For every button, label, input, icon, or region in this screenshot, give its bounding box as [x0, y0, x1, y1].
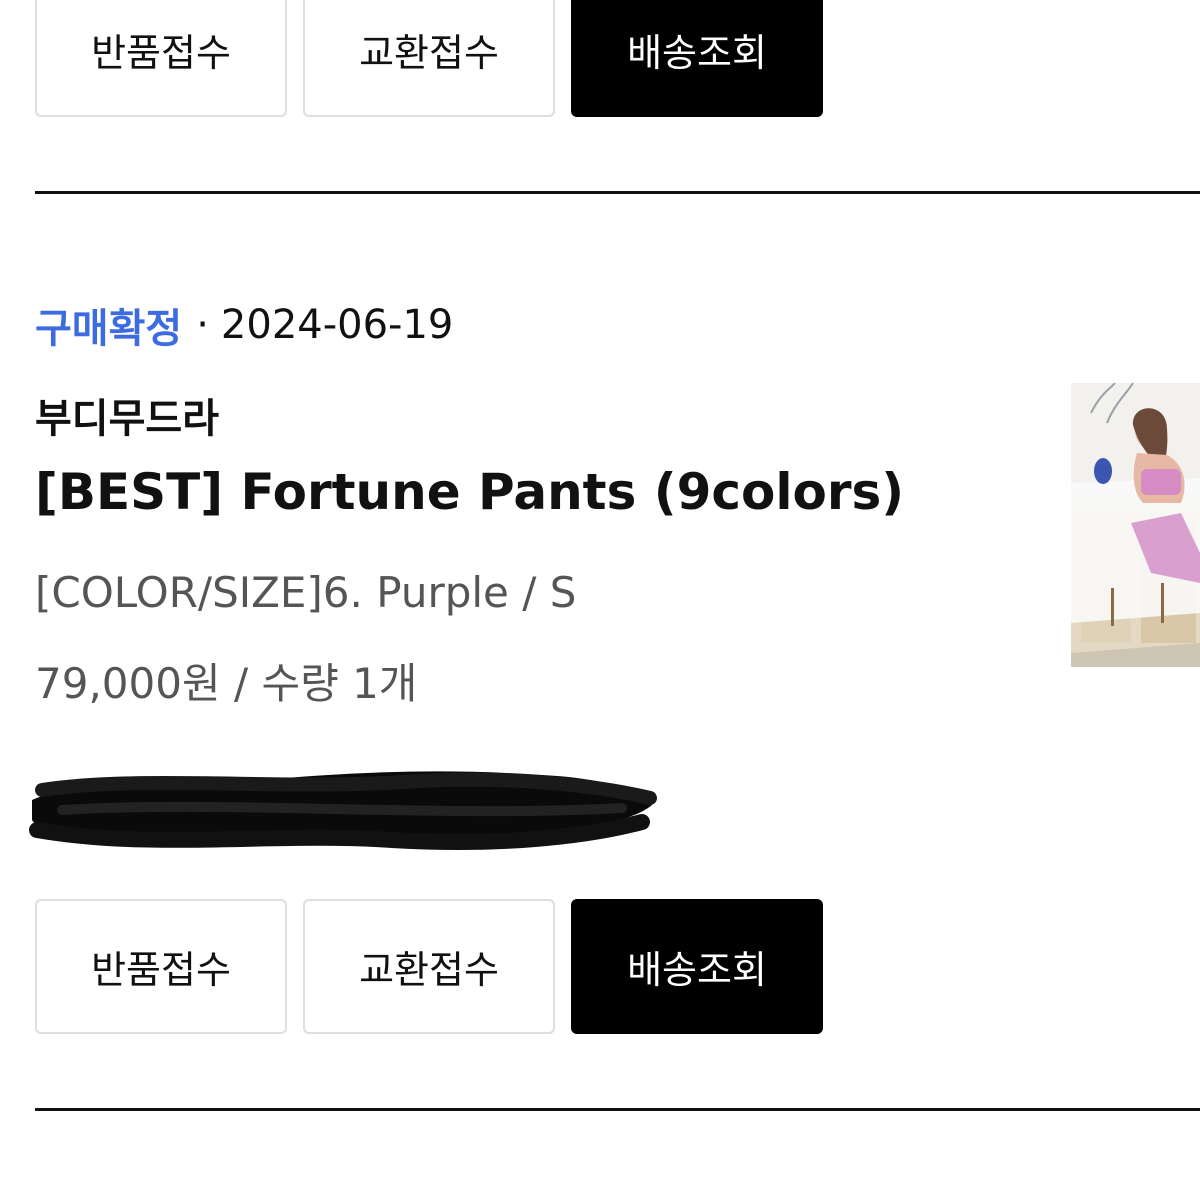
section-divider	[35, 1108, 1200, 1111]
section-divider	[35, 191, 1200, 194]
product-thumbnail[interactable]	[1071, 383, 1200, 667]
product-option: [COLOR/SIZE]6. Purple / S	[35, 568, 577, 617]
exchange-request-button[interactable]: 교환접수	[303, 899, 555, 1034]
track-delivery-button[interactable]: 배송조회	[571, 899, 823, 1034]
order-history-page: 반품접수 교환접수 배송조회 구매확정 · 2024-06-19 부디무드라 […	[0, 0, 1200, 1200]
order-status-badge: 구매확정	[35, 306, 183, 352]
order-actions-top: 반품접수 교환접수 배송조회	[35, 0, 823, 117]
status-separator: ·	[196, 302, 209, 348]
order-date: 2024-06-19	[220, 302, 454, 348]
return-request-button[interactable]: 반품접수	[35, 0, 287, 117]
order-status-line: 구매확정 · 2024-06-19	[35, 296, 453, 354]
redacted-order-number	[29, 771, 657, 850]
track-delivery-button[interactable]: 배송조회	[571, 0, 823, 117]
return-request-button[interactable]: 반품접수	[35, 899, 287, 1034]
price-quantity: 79,000원 / 수량 1개	[35, 659, 418, 708]
exchange-request-button[interactable]: 교환접수	[303, 0, 555, 117]
product-name[interactable]: [BEST] Fortune Pants (9colors)	[35, 463, 904, 521]
brand-name[interactable]: 부디무드라	[35, 386, 219, 444]
order-actions-bottom: 반품접수 교환접수 배송조회	[35, 899, 823, 1034]
